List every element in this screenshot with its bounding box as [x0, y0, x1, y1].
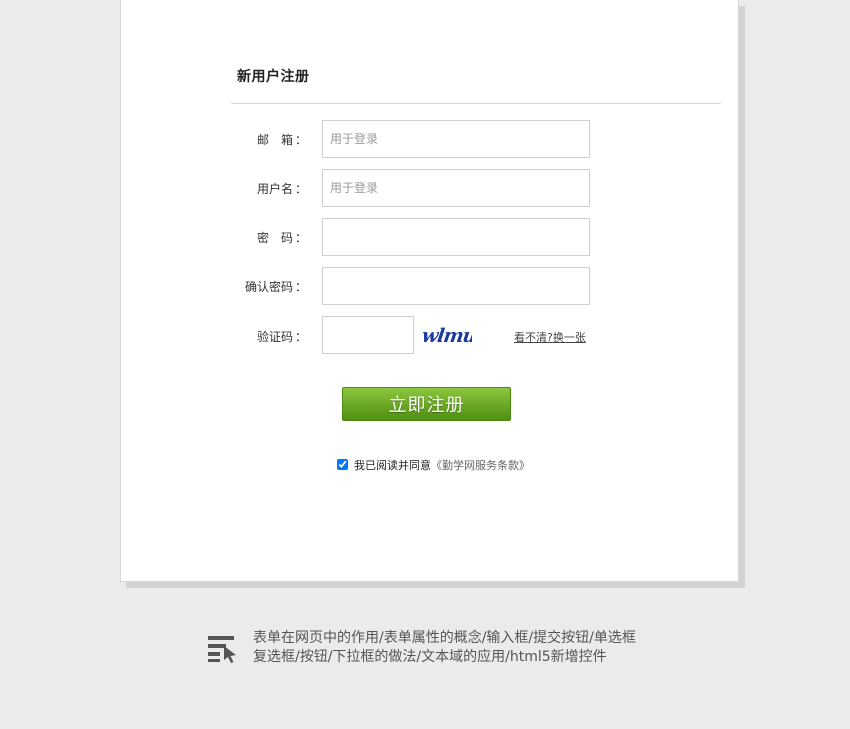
register-button[interactable]: 立即注册 [342, 387, 511, 421]
username-input[interactable] [322, 169, 590, 207]
password-input[interactable] [322, 218, 590, 256]
email-input[interactable] [322, 120, 590, 158]
username-label-text: 用户名 [256, 182, 293, 196]
agreement-text: 我已阅读并同意 [354, 459, 431, 472]
footer-line-1: 表单在网页中的作用/表单属性的概念/输入框/提交按钮/单选框 [253, 630, 636, 646]
footer-description: 表单在网页中的作用/表单属性的概念/输入框/提交按钮/单选框 复选框/按钮/下拉… [207, 629, 687, 669]
footer-line-2: 复选框/按钮/下拉框的做法/文本域的应用/html5新增控件 [253, 649, 607, 665]
captcha-label-colon: ： [294, 330, 307, 344]
confirm-password-label-colon: ： [294, 280, 307, 294]
form-cursor-icon [208, 636, 236, 663]
password-label-text: 密 码 [256, 231, 293, 245]
agreement-checkbox[interactable] [337, 459, 348, 470]
confirm-password-input[interactable] [322, 267, 590, 305]
password-label: 密 码： [217, 229, 307, 246]
refresh-captcha-link[interactable]: 看不清?换一张 [514, 329, 586, 345]
agreement-row[interactable]: 我已阅读并同意《勤学网服务条款》 [337, 457, 530, 473]
confirm-password-label-text: 确认密码 [244, 280, 293, 294]
confirm-password-label: 确认密码： [217, 278, 307, 295]
username-label-colon: ： [294, 182, 307, 196]
form-title: 新用户注册 [237, 69, 310, 85]
email-label-text: 邮 箱 [256, 133, 293, 147]
email-label: 邮 箱： [217, 131, 307, 148]
captcha-label: 验证码： [217, 328, 307, 345]
terms-link[interactable]: 《勤学网服务条款》 [431, 459, 530, 472]
username-label: 用户名： [217, 180, 307, 197]
captcha-image[interactable]: wlmu [422, 322, 472, 348]
password-label-colon: ： [294, 231, 307, 245]
email-label-colon: ： [294, 133, 307, 147]
registration-card: 新用户注册 邮 箱： 用户名： 密 码： 确认密码： 验证码： wlmu 看不清… [120, 0, 739, 582]
captcha-label-text: 验证码 [256, 330, 293, 344]
footer-text: 表单在网页中的作用/表单属性的概念/输入框/提交按钮/单选框 复选框/按钮/下拉… [253, 629, 636, 667]
captcha-image-text: wlmu [422, 324, 472, 347]
captcha-input[interactable] [322, 316, 414, 354]
title-divider [231, 103, 721, 104]
